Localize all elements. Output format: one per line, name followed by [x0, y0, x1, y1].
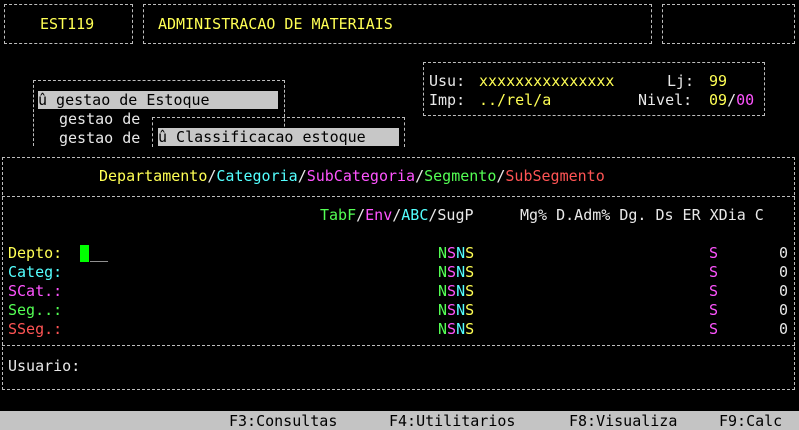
nivel-value: 09/00 — [709, 91, 755, 109]
row-er-seg[interactable]: S — [709, 301, 718, 319]
menu-item-gestao-2[interactable]: gestao de — [59, 110, 140, 128]
row-flags-depto[interactable]: NSNS — [438, 244, 474, 262]
imp-value: ../rel/a — [479, 91, 552, 109]
header-right-box — [662, 4, 795, 44]
row-er-sseg[interactable]: S — [709, 320, 718, 338]
usu-label: Usu: — [429, 72, 466, 90]
classification-form — [2, 157, 795, 390]
form-divider-2 — [2, 345, 795, 346]
lj-value: 99 — [709, 72, 728, 90]
row-flags-sseg[interactable]: NSNS — [438, 320, 474, 338]
usuario-label: Usuario: — [8, 357, 81, 375]
row-c-categ[interactable]: 0 — [779, 263, 788, 281]
row-label-categ: Categ: — [8, 263, 63, 281]
row-c-scat[interactable]: 0 — [779, 282, 788, 300]
f3-consultas-key[interactable]: F3:Consultas — [229, 412, 337, 430]
row-c-seg[interactable]: 0 — [779, 301, 788, 319]
usu-value: xxxxxxxxxxxxxxx — [479, 72, 615, 90]
column-headers-right: Mg% D.Adm% Dg. Ds ER XDia C — [520, 206, 764, 224]
menu-item-gestao-estoque[interactable]: û gestao de Estoque — [38, 91, 278, 109]
row-er-depto[interactable]: S — [709, 244, 718, 262]
f9-calc-key[interactable]: F9:Calc — [719, 412, 782, 430]
row-flags-scat[interactable]: NSNS — [438, 282, 474, 300]
app-title: ADMINISTRACAO DE MATERIAIS — [158, 15, 393, 33]
f8-visualiza-key[interactable]: F8:Visualiza — [569, 412, 677, 430]
program-code: EST119 — [40, 15, 95, 33]
row-c-sseg[interactable]: 0 — [779, 320, 788, 338]
menu-item-gestao-3[interactable]: gestao de — [59, 129, 140, 147]
column-headers: TabF/Env/ABC/SugP — [320, 206, 474, 224]
imp-label: Imp: — [429, 91, 466, 109]
row-label-seg: Seg..: — [8, 301, 63, 319]
depto-input-cursor[interactable] — [80, 245, 89, 262]
f4-utilitarios-key[interactable]: F4:Utilitarios — [389, 412, 515, 430]
depto-input[interactable]: __ — [90, 244, 108, 262]
row-flags-categ[interactable]: NSNS — [438, 263, 474, 281]
lj-label: Lj: — [667, 72, 695, 90]
row-label-scat: SCat.: — [8, 282, 63, 300]
row-flags-seg[interactable]: NSNS — [438, 301, 474, 319]
row-er-categ[interactable]: S — [709, 263, 718, 281]
nivel-label: Nivel: — [638, 91, 693, 109]
row-label-sseg: SSeg.: — [8, 320, 63, 338]
function-key-bar: F3:Consultas F4:Utilitarios F8:Visualiza… — [0, 411, 799, 430]
hierarchy-title: Departamento/Categoria/SubCategoria/Segm… — [99, 167, 605, 185]
submenu-item-classificacao[interactable]: û Classificacao estoque — [158, 128, 399, 146]
form-divider-1 — [2, 196, 795, 197]
row-c-depto[interactable]: 0 — [779, 244, 788, 262]
row-label-depto: Depto: — [8, 244, 63, 262]
row-er-scat[interactable]: S — [709, 282, 718, 300]
